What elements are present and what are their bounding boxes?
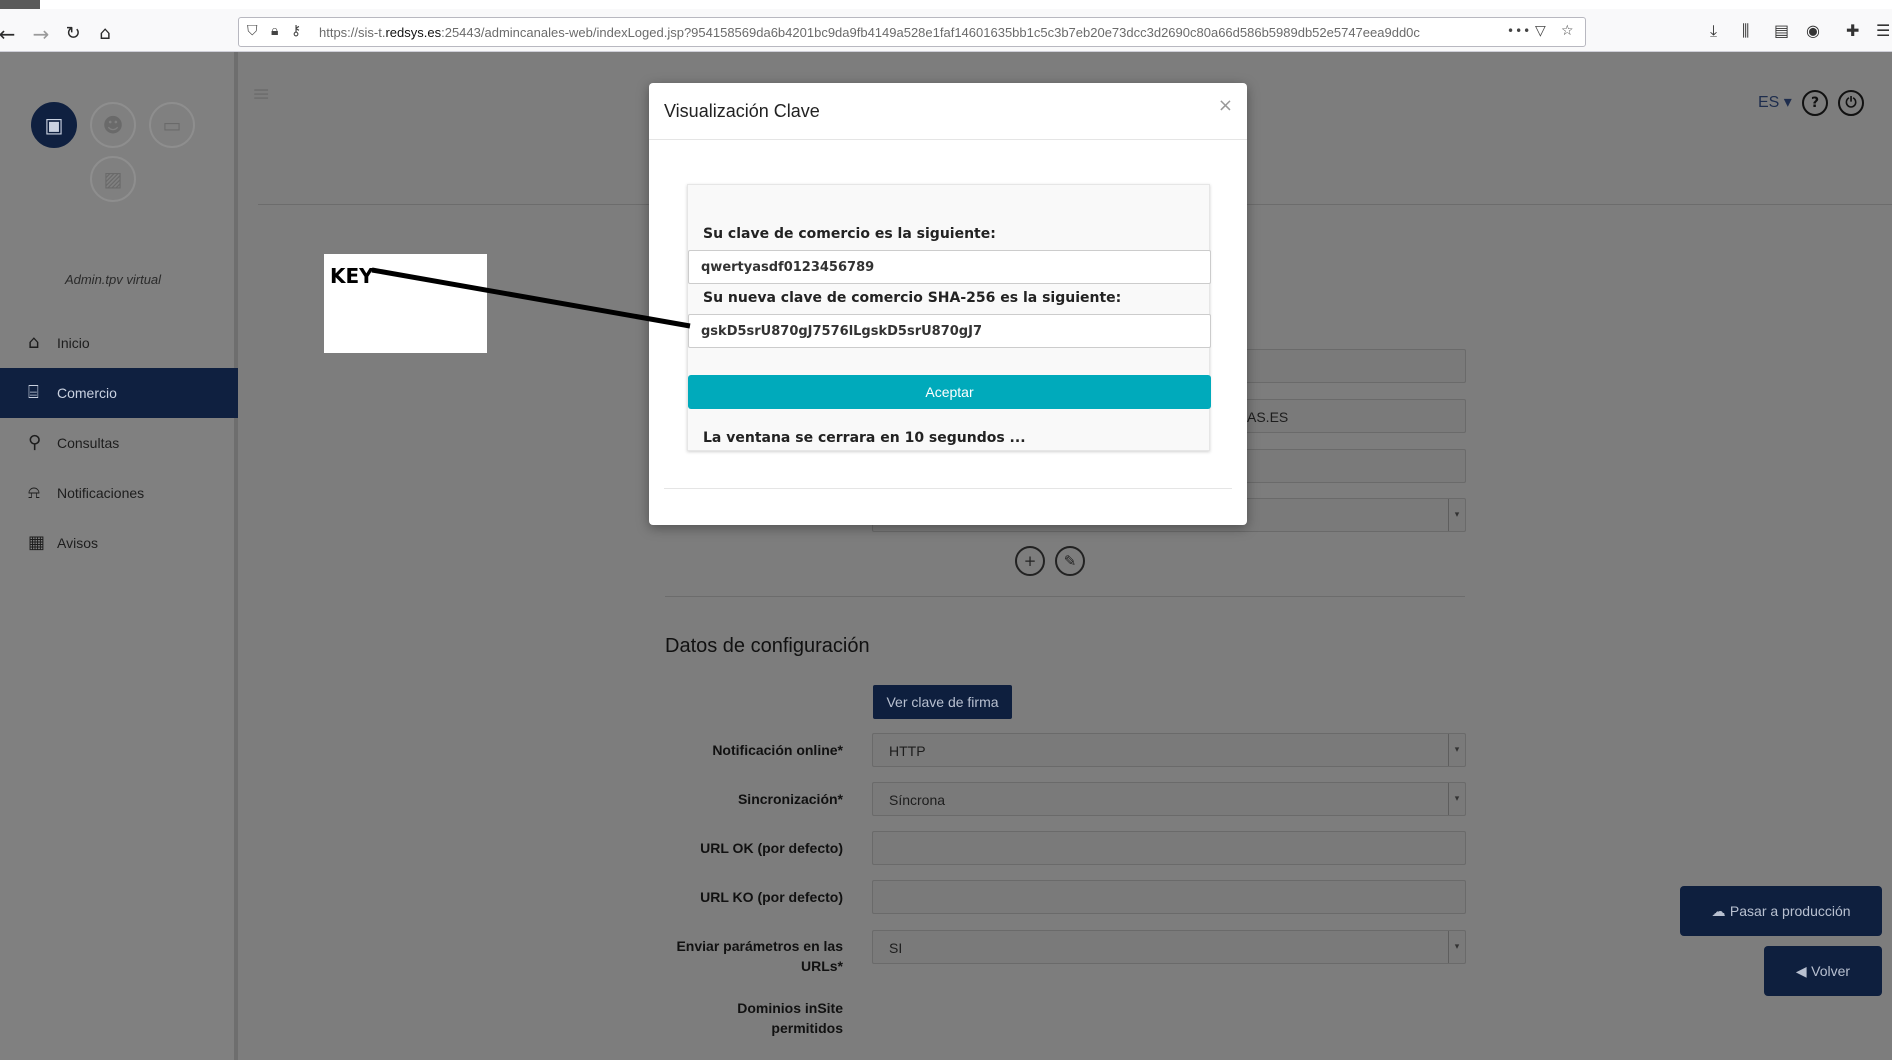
annotation-arrow-line [371, 267, 691, 329]
annotation-line [371, 267, 691, 329]
